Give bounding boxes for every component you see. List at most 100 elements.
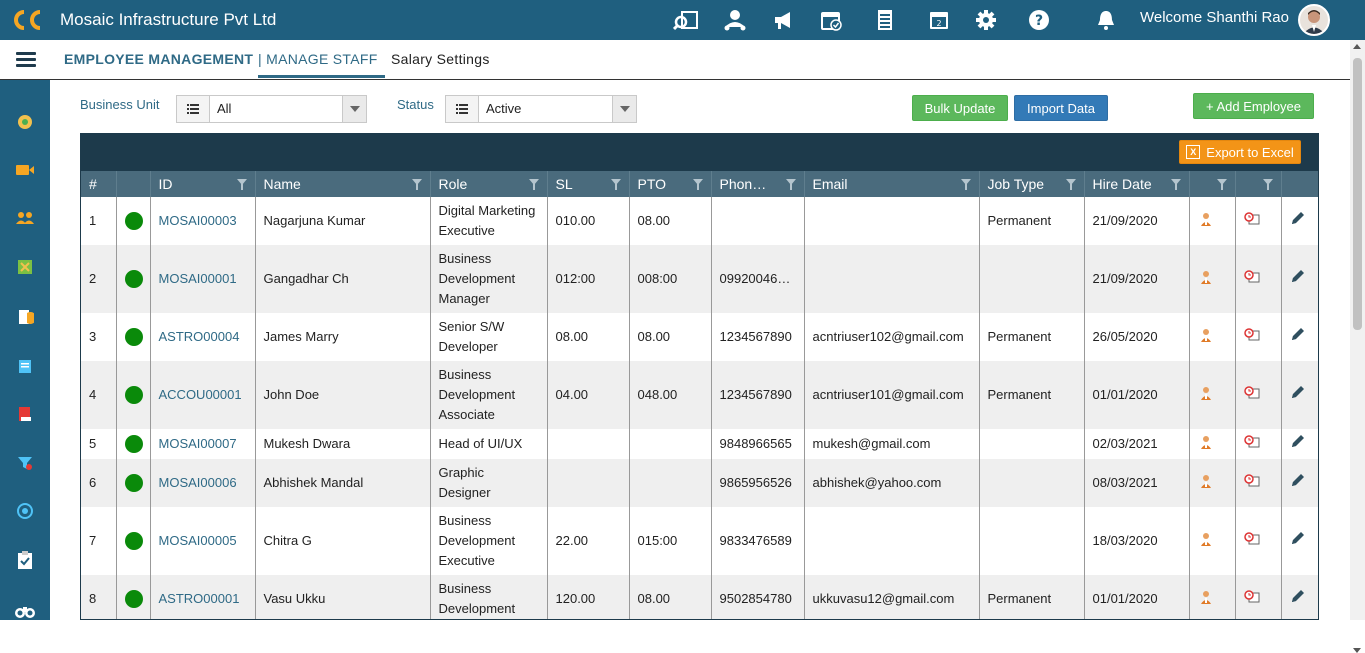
employee-profile-icon[interactable] bbox=[1198, 327, 1214, 343]
col-name-header[interactable]: Name bbox=[255, 171, 431, 197]
column-filter-icon[interactable] bbox=[1262, 179, 1273, 190]
edit-pencil-icon[interactable] bbox=[1290, 326, 1306, 342]
employee-profile-icon[interactable] bbox=[1198, 269, 1214, 285]
table-row[interactable]: 1 MOSAI00003 Nagarjuna Kumar Digital Market… bbox=[81, 197, 1318, 245]
calendar-day-icon[interactable]: 2 bbox=[926, 8, 952, 32]
chevron-down-icon[interactable] bbox=[612, 96, 636, 122]
bell-icon[interactable] bbox=[1093, 8, 1119, 32]
table-row[interactable]: 2 MOSAI00001 Gangadhar Ch Business Developme… bbox=[81, 245, 1318, 313]
target-icon[interactable] bbox=[14, 500, 36, 522]
gear-icon[interactable] bbox=[973, 8, 999, 32]
employee-id-link[interactable]: MOSAI00003 bbox=[159, 213, 237, 228]
column-filter-icon[interactable] bbox=[785, 179, 796, 190]
calendar-check-icon[interactable] bbox=[818, 8, 844, 32]
employee-id-link[interactable]: ACCOU00001 bbox=[159, 387, 242, 402]
timesheet-clock-icon[interactable] bbox=[1243, 269, 1260, 285]
employee-profile-icon[interactable] bbox=[1198, 211, 1214, 227]
employee-id-link[interactable]: MOSAI00005 bbox=[159, 533, 237, 548]
announcement-icon[interactable] bbox=[771, 8, 797, 32]
timesheet-clock-icon[interactable] bbox=[1243, 531, 1260, 547]
timesheet-clock-icon[interactable] bbox=[1243, 473, 1260, 489]
pie-chart-icon[interactable] bbox=[14, 306, 36, 328]
col-phone-header[interactable]: Phon… bbox=[711, 171, 805, 197]
avatar[interactable] bbox=[1298, 4, 1330, 36]
clipboard-icon[interactable] bbox=[14, 549, 36, 571]
team-icon[interactable] bbox=[722, 8, 748, 32]
document-list-icon[interactable] bbox=[872, 8, 898, 32]
column-filter-icon[interactable] bbox=[692, 179, 703, 190]
tab-salary-settings[interactable]: Salary Settings bbox=[391, 51, 490, 67]
business-unit-select[interactable]: All bbox=[176, 95, 367, 123]
page-scrollbar[interactable] bbox=[1350, 40, 1365, 653]
column-filter-icon[interactable] bbox=[1170, 179, 1181, 190]
edit-pencil-icon[interactable] bbox=[1290, 268, 1306, 284]
edit-pencil-icon[interactable] bbox=[1290, 210, 1306, 226]
col-email-header[interactable]: Email bbox=[804, 171, 980, 197]
people-icon[interactable] bbox=[14, 207, 36, 229]
col-action-1-header[interactable] bbox=[1189, 171, 1236, 197]
filter-icon[interactable] bbox=[14, 452, 36, 474]
employee-id-link[interactable]: ASTRO00001 bbox=[159, 591, 240, 606]
scroll-down-arrow-icon[interactable] bbox=[1353, 648, 1361, 653]
employee-profile-icon[interactable] bbox=[1198, 473, 1214, 489]
binoculars-icon[interactable] bbox=[14, 600, 36, 622]
table-row[interactable]: 8 ASTRO00001 Vasu Ukku Business Development 1… bbox=[81, 575, 1318, 619]
timesheet-clock-icon[interactable] bbox=[1243, 385, 1260, 401]
col-action-3-header[interactable] bbox=[1281, 171, 1318, 197]
col-role-header[interactable]: Role bbox=[430, 171, 548, 197]
column-filter-icon[interactable] bbox=[960, 179, 971, 190]
col-hire-date-header[interactable]: Hire Date bbox=[1084, 171, 1190, 197]
timesheet-clock-icon[interactable] bbox=[1243, 327, 1260, 343]
table-row[interactable]: 4 ACCOU00001 John Doe Business Development As… bbox=[81, 361, 1318, 429]
table-row[interactable]: 5 MOSAI00007 Mukesh Dwara Head of UI/UX 9848… bbox=[81, 429, 1318, 459]
column-filter-icon[interactable] bbox=[411, 179, 422, 190]
help-icon[interactable]: ? bbox=[1026, 8, 1052, 32]
status-select[interactable]: Active bbox=[445, 95, 637, 123]
chevron-down-icon[interactable] bbox=[342, 96, 366, 122]
col-number-header[interactable]: # bbox=[81, 171, 117, 197]
col-pto-header[interactable]: PTO bbox=[629, 171, 712, 197]
column-filter-icon[interactable] bbox=[1065, 179, 1076, 190]
column-filter-icon[interactable] bbox=[610, 179, 621, 190]
table-row[interactable]: 6 MOSAI00006 Abhishek Mandal Graphic Designe… bbox=[81, 459, 1318, 507]
col-status-header[interactable] bbox=[116, 171, 151, 197]
employee-id-link[interactable]: MOSAI00006 bbox=[159, 475, 237, 490]
table-row[interactable]: 3 ASTRO00004 James Marry Senior S/W Develope… bbox=[81, 313, 1318, 361]
scroll-up-arrow-icon[interactable] bbox=[1353, 44, 1361, 49]
edit-pencil-icon[interactable] bbox=[1290, 384, 1306, 400]
col-sl-header[interactable]: SL bbox=[547, 171, 630, 197]
dashboard-icon[interactable] bbox=[14, 111, 36, 133]
hamburger-menu-icon[interactable] bbox=[16, 52, 36, 68]
bulk-update-button[interactable]: Bulk Update bbox=[912, 95, 1008, 121]
export-excel-button[interactable]: X Export to Excel bbox=[1179, 140, 1301, 164]
employee-profile-icon[interactable] bbox=[1198, 531, 1214, 547]
employee-profile-icon[interactable] bbox=[1198, 434, 1214, 450]
search-report-icon[interactable] bbox=[673, 8, 699, 32]
employee-id-link[interactable]: MOSAI00007 bbox=[159, 436, 237, 451]
column-filter-icon[interactable] bbox=[1216, 179, 1227, 190]
book-icon[interactable] bbox=[14, 403, 36, 425]
column-filter-icon[interactable] bbox=[236, 179, 247, 190]
tab-manage-staff[interactable]: | MANAGE STAFF bbox=[258, 51, 385, 78]
col-id-header[interactable]: ID bbox=[150, 171, 256, 197]
employee-id-link[interactable]: ASTRO00004 bbox=[159, 329, 240, 344]
import-data-button[interactable]: Import Data bbox=[1014, 95, 1108, 121]
employee-profile-icon[interactable] bbox=[1198, 589, 1214, 605]
col-action-2-header[interactable] bbox=[1235, 171, 1282, 197]
edit-pencil-icon[interactable] bbox=[1290, 433, 1306, 449]
timesheet-clock-icon[interactable] bbox=[1243, 211, 1260, 227]
edit-pencil-icon[interactable] bbox=[1290, 530, 1306, 546]
col-job-type-header[interactable]: Job Type bbox=[979, 171, 1085, 197]
add-employee-button[interactable]: + Add Employee bbox=[1193, 93, 1314, 119]
table-row[interactable]: 7 MOSAI00005 Chitra G Business Development Ex… bbox=[81, 507, 1318, 575]
video-icon[interactable] bbox=[14, 159, 36, 181]
puzzle-icon[interactable] bbox=[14, 256, 36, 278]
edit-pencil-icon[interactable] bbox=[1290, 472, 1306, 488]
employee-profile-icon[interactable] bbox=[1198, 385, 1214, 401]
notes-icon[interactable] bbox=[14, 355, 36, 377]
scroll-thumb[interactable] bbox=[1353, 58, 1362, 330]
employee-id-link[interactable]: MOSAI00001 bbox=[159, 271, 237, 286]
edit-pencil-icon[interactable] bbox=[1290, 588, 1306, 604]
timesheet-clock-icon[interactable] bbox=[1243, 434, 1260, 450]
column-filter-icon[interactable] bbox=[528, 179, 539, 190]
